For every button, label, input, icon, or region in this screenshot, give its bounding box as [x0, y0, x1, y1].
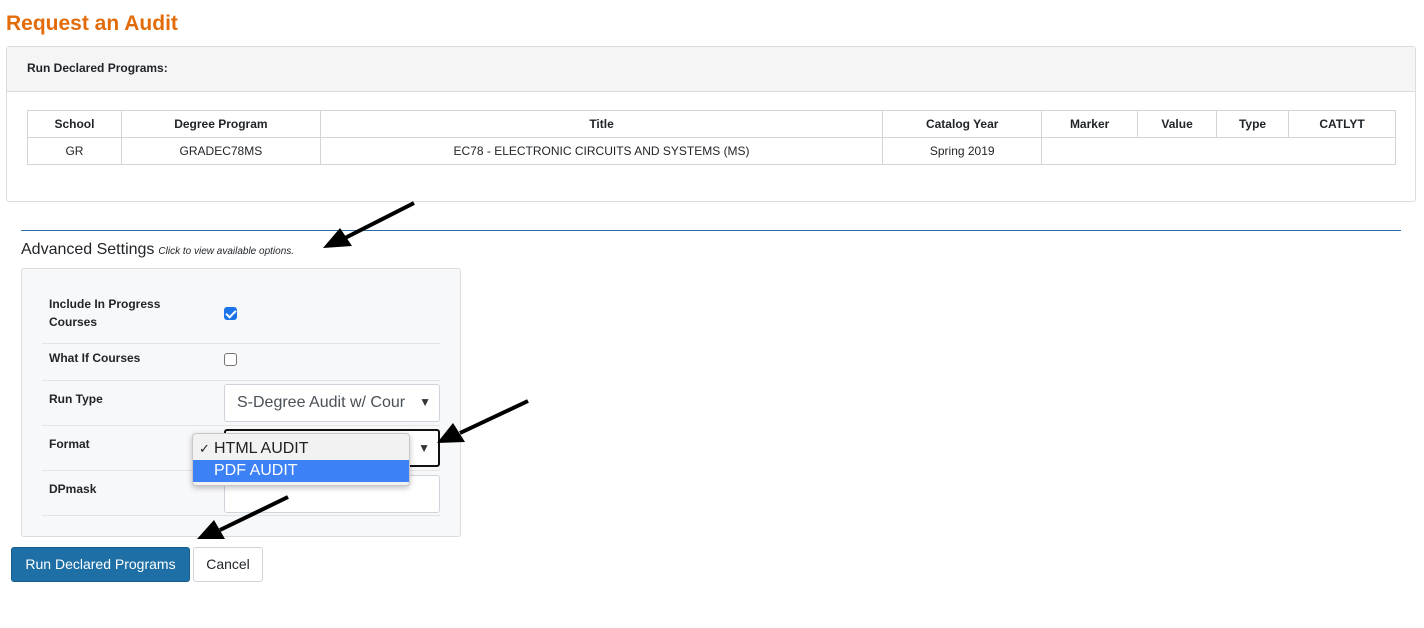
- table-row: GR GRADEC78MS EC78 - ELECTRONIC CIRCUITS…: [27, 137, 1396, 165]
- what-if-label: What If Courses: [49, 351, 141, 365]
- setting-row-run-type: Run Type S-Degree Audit w/ Cour ▼: [42, 381, 440, 426]
- cell-title: EC78 - ELECTRONIC CIRCUITS AND SYSTEMS (…: [319, 137, 884, 165]
- advanced-settings-title: Advanced Settings: [21, 241, 155, 258]
- run-declared-programs-button[interactable]: Run Declared Programs: [11, 547, 190, 582]
- what-if-checkbox[interactable]: [224, 353, 237, 366]
- column-header: CATLYT: [1288, 110, 1396, 138]
- chevron-down-icon: ▼: [418, 441, 430, 455]
- column-header: Degree Program: [120, 110, 321, 138]
- column-header: Marker: [1041, 110, 1139, 138]
- format-option-html[interactable]: ✓ HTML AUDIT: [193, 438, 409, 460]
- include-in-progress-label: Include In Progress Courses: [49, 297, 161, 329]
- declared-programs-header: Run Declared Programs:: [7, 47, 1415, 92]
- setting-row-what-if: What If Courses: [42, 344, 440, 381]
- format-option-pdf[interactable]: PDF AUDIT: [193, 460, 409, 482]
- checkmark-icon: ✓: [199, 441, 210, 456]
- declared-programs-card: Run Declared Programs: School Degree Pro…: [6, 46, 1416, 202]
- column-header: Catalog Year: [882, 110, 1043, 138]
- format-option-label: HTML AUDIT: [214, 440, 309, 457]
- setting-row-include-in-progress: Include In Progress Courses: [42, 289, 440, 344]
- advanced-settings-toggle[interactable]: Advanced Settings Click to view available…: [21, 241, 294, 259]
- cell-degree-program: GRADEC78MS: [120, 137, 321, 165]
- format-option-label: PDF AUDIT: [214, 462, 298, 479]
- chevron-down-icon: ▼: [419, 395, 431, 409]
- annotation-arrow-icon: [323, 201, 415, 248]
- cell-catalog-year: Spring 2019: [882, 137, 1043, 165]
- cell-empty: [1041, 137, 1396, 165]
- declared-programs-table: School Degree Program Title Catalog Year…: [27, 110, 1396, 165]
- dpmask-label: DPmask: [49, 482, 97, 496]
- table-header-row: School Degree Program Title Catalog Year…: [27, 110, 1396, 138]
- advanced-settings-panel: Include In Progress Courses What If Cour…: [21, 268, 461, 537]
- format-label: Format: [49, 437, 90, 451]
- column-header: School: [27, 110, 122, 138]
- run-type-value: S-Degree Audit w/ Cour: [237, 394, 406, 411]
- column-header: Type: [1216, 110, 1289, 138]
- run-type-label: Run Type: [49, 392, 103, 406]
- column-header: Title: [319, 110, 884, 138]
- cancel-button[interactable]: Cancel: [193, 547, 263, 582]
- cell-school: GR: [27, 137, 122, 165]
- column-header: Value: [1137, 110, 1218, 138]
- run-type-select[interactable]: S-Degree Audit w/ Cour ▼: [224, 384, 440, 422]
- format-dropdown-menu: ✓ HTML AUDIT PDF AUDIT: [192, 433, 410, 486]
- page-title: Request an Audit: [6, 12, 178, 35]
- include-in-progress-checkbox[interactable]: [224, 307, 237, 320]
- advanced-settings-hint: Click to view available options.: [158, 246, 295, 257]
- section-divider: [21, 230, 1401, 231]
